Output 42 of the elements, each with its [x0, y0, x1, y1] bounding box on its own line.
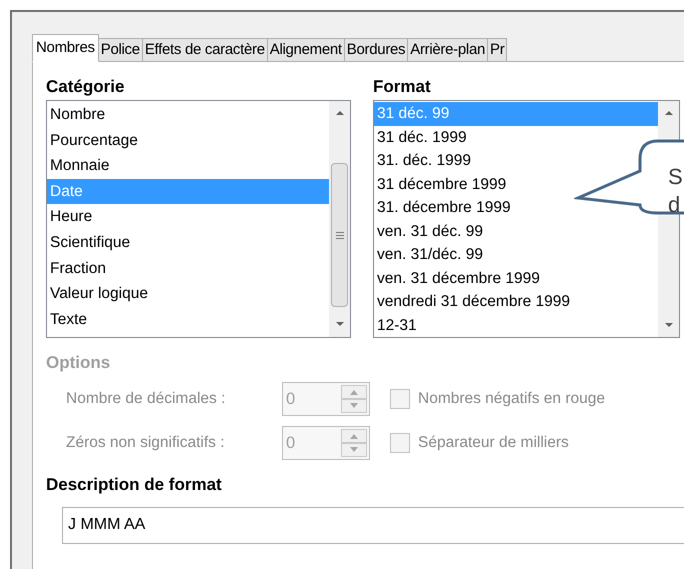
list-item[interactable]: vendredi 31 décembre 1999 — [374, 290, 654, 314]
scroll-down-icon[interactable] — [334, 321, 344, 327]
list-item[interactable]: Nombre — [47, 102, 329, 128]
tab[interactable]: Arrière-plan — [407, 38, 488, 62]
list-item[interactable]: Texte — [47, 306, 329, 332]
format-label: Format — [373, 76, 432, 98]
scroll-up-icon[interactable] — [334, 110, 344, 116]
list-item[interactable]: Heure — [47, 204, 329, 230]
checkbox-label: Séparateur de milliers — [418, 433, 569, 454]
tab[interactable]: Bordures — [344, 38, 408, 62]
scroll-thumb[interactable] — [331, 163, 348, 307]
tab[interactable]: Pr — [487, 38, 508, 62]
tab[interactable]: Nombres — [32, 34, 99, 62]
scroll-down-icon[interactable] — [664, 322, 674, 328]
list-item[interactable]: ven. 31 déc. 99 — [374, 220, 654, 243]
list-item[interactable]: ven. 31 décembre 1999 — [374, 266, 654, 290]
list-item[interactable]: 31 décembre 1999 — [374, 172, 574, 196]
list-item[interactable]: ven. 31/déc. 99 — [374, 243, 654, 266]
spin-arrows-icon[interactable] — [341, 429, 367, 457]
callout-text: d — [668, 191, 682, 219]
list-item[interactable]: Pourcentage — [47, 128, 329, 154]
grip-icon — [336, 232, 344, 238]
options-label: Options — [46, 352, 112, 374]
spin-label: Nombre de décimales : — [66, 389, 226, 410]
spin-arrows-icon[interactable] — [341, 385, 367, 413]
list-item[interactable]: Monnaie — [47, 153, 329, 179]
list-item[interactable]: 31 déc. 1999 — [374, 126, 574, 149]
callout-text: S — [668, 163, 683, 191]
tab[interactable]: Alignement — [266, 38, 345, 62]
list-item[interactable]: 31. déc. 1999 — [374, 149, 574, 172]
list-item[interactable]: 12-31 — [374, 314, 654, 337]
spin-label: Zéros non significatifs : — [66, 433, 226, 454]
list-item[interactable]: Fraction — [47, 256, 329, 282]
format-code-field[interactable]: J MMM AA — [62, 506, 684, 544]
tab[interactable]: Police — [98, 38, 143, 62]
category-label: Catégorie — [46, 76, 126, 98]
description-label: Description de format — [46, 474, 223, 496]
scroll-up-icon[interactable] — [664, 110, 674, 116]
list-item[interactable]: Valeur logique — [47, 281, 329, 307]
tab[interactable]: Effets de caractère — [142, 38, 268, 62]
list-item[interactable]: Scientifique — [47, 230, 329, 256]
checkbox-label: Nombres négatifs en rouge — [418, 389, 605, 410]
